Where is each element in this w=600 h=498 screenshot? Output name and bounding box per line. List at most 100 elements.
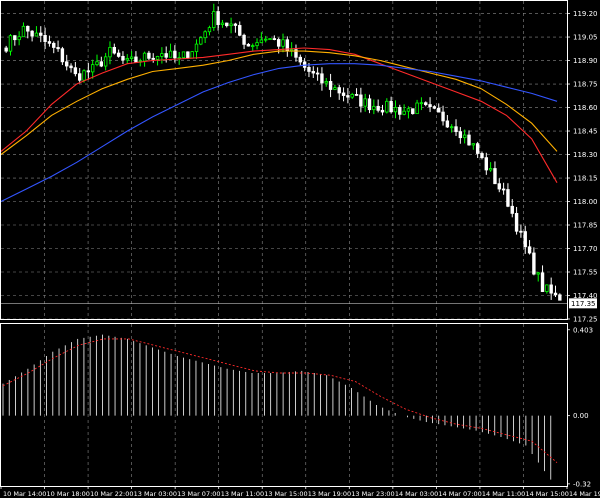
candle-up [181,51,186,59]
candle-down [121,55,125,61]
price-tick-label: 118.90 [573,57,598,65]
candle-down [458,131,463,139]
time-tick-label: 13 Mar 03:00 [134,490,177,498]
candle-up [415,102,419,115]
candle-down [52,42,56,48]
time-tick-label: 10 Mar 22:00 [90,490,133,498]
current-price-label: 117.35 [569,298,597,309]
price-tick-label: 118.75 [573,81,598,89]
candle-down [432,106,437,109]
candle-up [449,126,454,129]
candle-down [30,30,34,37]
candle-down [173,50,177,59]
candle-down [467,134,471,146]
candle-down [320,73,324,84]
candle-down [493,168,497,185]
candle-down [441,111,445,122]
candle-up [103,56,108,67]
candle-down [523,231,527,248]
candle-down [69,65,73,69]
candle-down [86,70,91,73]
candle-up [129,56,134,59]
candle-down [411,108,415,115]
price-tick-label: 117.25 [573,316,598,324]
candle-down [424,102,428,105]
oscillator-tick-label: -0.32 [573,480,591,488]
oscillator-tick-label: 0.403 [573,326,593,334]
candle-down [514,212,519,232]
candle-up [190,51,194,59]
candle-down [367,98,372,111]
time-tick-label: 13 Mar 19:00 [308,490,351,498]
candle-up [194,43,199,53]
candle-up [268,38,272,40]
candle-down [475,143,480,154]
candle-down [380,109,385,113]
candle-down [480,153,484,159]
candle-up [263,38,268,41]
candle-up [419,102,424,105]
trading-chart: 119.20 119.05 118.90 118.75 118.60 118.45 118.… [0,0,600,498]
candle-up [471,143,476,146]
candle-down [246,43,251,47]
candle-up [255,42,259,47]
candle-up [402,110,406,115]
candle-up [21,25,26,38]
candle-up [259,39,264,44]
candle-down [276,39,281,47]
candle-up [333,87,337,90]
candle-down [225,22,229,27]
candle-up [82,70,86,81]
candle-up [545,284,549,292]
candle-down [311,71,315,74]
candle-up [34,32,39,37]
candle-up [372,105,376,111]
candle-down [26,25,30,32]
candle-down [116,52,121,57]
candle-down [428,104,432,108]
candle-down [47,41,52,44]
candle-down [73,67,78,75]
candle-up [324,81,328,84]
price-tick-label: 119.20 [573,10,598,18]
candle-down [315,72,320,75]
candle-down [346,95,350,98]
candle-down [337,87,341,94]
candle-up [108,46,112,58]
candle-down [553,292,558,296]
time-tick-label: 14 Mar 03:00 [395,490,438,498]
candle-up [168,50,173,58]
candle-down [242,34,246,45]
candle-down [376,105,380,111]
candle-down [540,272,545,292]
candle-down [60,48,65,63]
candle-down [484,157,488,171]
time-tick-label: 13 Mar 07:00 [177,490,220,498]
candle-down [519,230,523,233]
candle-up [142,52,147,62]
candle-down [13,35,17,41]
price-tick-label: 118.45 [573,128,598,136]
time-tick-label: 14 Mar 11:00 [482,490,525,498]
candle-up [488,168,493,171]
candle-up [281,39,285,47]
time-tick-label: 10 Mar 14:00 [3,490,46,498]
candle-down [56,47,60,50]
candle-up [199,37,203,45]
candle-down [298,56,302,63]
candle-up [363,98,367,107]
price-tick-label: 118.30 [573,151,598,159]
candle-down [272,38,277,40]
oscillator-tick-label: 0.00 [573,412,589,420]
time-tick-label: 14 Mar 15:00 [525,490,568,498]
price-tick-label: 117.70 [573,245,598,253]
candle-down [328,81,333,90]
candle-down [359,94,363,107]
candle-down [78,73,82,81]
candle-down [341,92,346,96]
candle-down [233,23,238,26]
candle-up [203,31,207,39]
candle-up [90,64,95,73]
candle-down [39,32,43,36]
price-tick-label: 118.00 [573,198,598,206]
